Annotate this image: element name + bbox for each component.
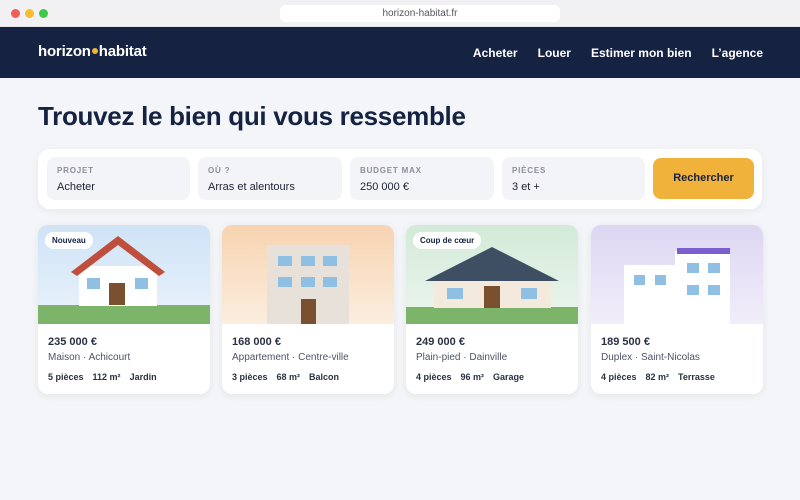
listing-features: 5 pièces 112 m² Jardin	[48, 372, 157, 383]
nav-item-agence[interactable]: L’agence	[712, 45, 763, 61]
listing-feature: Jardin	[129, 372, 157, 382]
project-select[interactable]: Projet Acheter	[47, 157, 190, 200]
listing-price: 249 000 €	[416, 336, 465, 348]
listing-feature: 82 m²	[645, 372, 670, 382]
budget-value: 250 000 €	[360, 181, 409, 193]
listing-feature: Balcon	[309, 372, 340, 382]
window-maximize-button[interactable]	[39, 9, 48, 18]
listing-badge: Coup de cœur	[413, 232, 482, 249]
listing-features: 3 pièces 68 m² Balcon	[232, 372, 339, 383]
listing-feature: Terrasse	[678, 372, 715, 382]
listing-card[interactable]: Coup de cœur 249 000 € Plain-pied · Dain…	[406, 225, 578, 394]
listing-feature: 68 m²	[276, 372, 301, 382]
listing-feature: 5 pièces	[48, 372, 84, 382]
window-close-button[interactable]	[11, 9, 20, 18]
listing-feature: 3 pièces	[232, 372, 268, 382]
listing-card[interactable]: Nouveau 235 000 € Maison · Achicourt 5 p…	[38, 225, 210, 394]
listing-price: 235 000 €	[48, 336, 97, 348]
listing-price: 189 500 €	[601, 336, 650, 348]
brand-name-right: habitat	[98, 43, 147, 60]
listing-features: 4 pièces 82 m² Terrasse	[601, 372, 715, 383]
listing-feature: 4 pièces	[601, 372, 637, 382]
listing-badge: Nouveau	[45, 232, 93, 249]
brand-name-left: horizon	[38, 43, 91, 60]
listing-location: Plain-pied · Dainville	[416, 352, 508, 363]
rooms-label: Pièces	[512, 166, 547, 175]
listing-feature: 112 m²	[92, 372, 121, 382]
window-minimize-button[interactable]	[25, 9, 34, 18]
listing-location: Maison · Achicourt	[48, 352, 131, 363]
nav-menu: Acheter Louer Estimer mon bien L’agence	[473, 45, 763, 61]
listing-feature: 96 m²	[460, 372, 485, 382]
listing-card[interactable]: 168 000 € Appartement · Centre-ville 3 p…	[222, 225, 394, 394]
listing-location: Duplex · Saint-Nicolas	[601, 352, 700, 363]
brand-dot-icon	[91, 48, 98, 55]
nav-item-louer[interactable]: Louer	[538, 45, 571, 61]
search-bar: Projet Acheter Où ? Arras et alentours B…	[38, 149, 762, 209]
budget-input[interactable]: Budget max 250 000 €	[350, 157, 494, 200]
nav-item-acheter[interactable]: Acheter	[473, 45, 518, 61]
search-button[interactable]: Rechercher	[653, 158, 754, 199]
brand-logo[interactable]: horizon habitat	[38, 43, 147, 61]
rooms-select[interactable]: Pièces 3 et +	[502, 157, 645, 200]
apartment-illustration	[222, 225, 394, 324]
project-label: Projet	[57, 166, 94, 175]
location-label: Où ?	[208, 166, 231, 175]
top-navbar: horizon habitat Acheter Louer Estimer mon…	[0, 27, 800, 78]
listing-features: 4 pièces 96 m² Garage	[416, 372, 524, 383]
location-value: Arras et alentours	[208, 181, 295, 193]
budget-label: Budget max	[360, 166, 422, 175]
listing-card[interactable]: 189 500 € Duplex · Saint-Nicolas 4 pièce…	[591, 225, 763, 394]
listing-price: 168 000 €	[232, 336, 281, 348]
duplex-illustration	[591, 225, 763, 324]
project-value: Acheter	[57, 181, 95, 193]
listing-feature: 4 pièces	[416, 372, 452, 382]
address-bar[interactable]: horizon-habitat.fr	[280, 5, 560, 22]
page-title: Trouvez le bien qui vous ressemble	[38, 101, 466, 131]
browser-chrome: horizon-habitat.fr	[0, 0, 800, 27]
listing-feature: Garage	[493, 372, 525, 382]
rooms-value: 3 et +	[512, 181, 540, 193]
listing-location: Appartement · Centre-ville	[232, 352, 349, 363]
nav-item-estimer[interactable]: Estimer mon bien	[591, 45, 692, 61]
location-input[interactable]: Où ? Arras et alentours	[198, 157, 342, 200]
